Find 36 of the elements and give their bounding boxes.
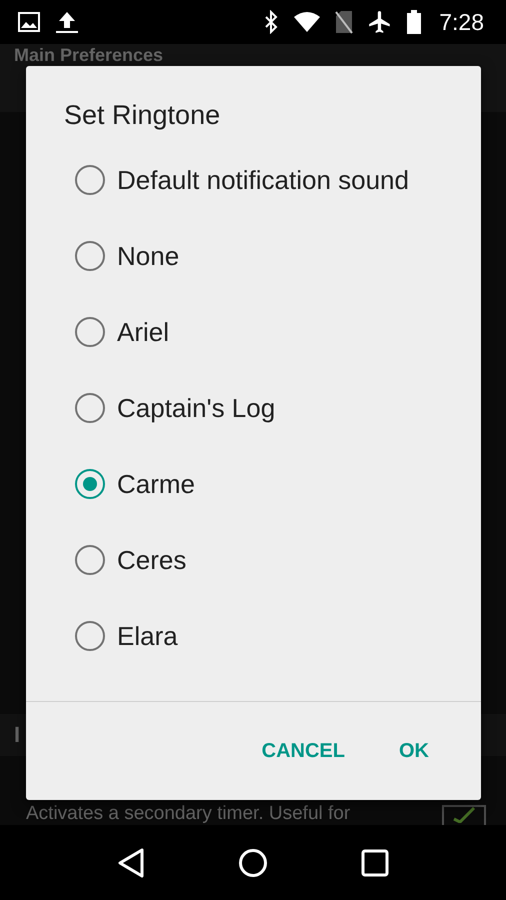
preference-description: Activates a secondary timer. Useful for [26,803,350,825]
ringtone-option[interactable]: Carme [26,446,481,522]
radio-button[interactable] [75,545,105,575]
checkmark-icon [452,807,476,823]
option-label: Captain's Log [117,392,276,424]
clock-time: 7:28 [439,8,484,36]
battery-icon [407,10,422,34]
radio-button[interactable] [75,393,105,423]
header-title: Main Preferences [14,45,164,65]
recents-icon[interactable] [361,848,390,876]
option-label: Ariel [117,316,170,348]
image-icon [18,12,40,32]
upload-icon [54,10,80,34]
radio-button[interactable] [75,165,105,195]
option-label: Ceres [117,544,186,576]
no-sim-icon [335,10,354,34]
home-icon[interactable] [238,848,268,878]
option-label: Carme [117,468,196,500]
bluetooth-icon [263,10,280,34]
back-icon[interactable] [116,848,145,878]
wifi-icon [293,11,322,33]
ringtone-option[interactable]: Ceres [26,522,481,598]
radio-button[interactable] [75,241,105,271]
ringtone-option[interactable]: Ariel [26,294,481,370]
ringtone-option[interactable]: Captain's Log [26,370,481,446]
option-label: Default notification sound [117,164,409,196]
radio-button[interactable] [75,469,105,499]
ringtone-option[interactable]: None [26,218,481,294]
ringtone-option[interactable]: Default notification sound [26,142,481,218]
section-label: I [14,722,20,748]
option-label: None [117,240,180,272]
ringtone-option[interactable]: Elara [26,598,481,674]
option-label: Elara [117,620,178,652]
dialog-title: Set Ringtone [63,99,222,132]
radio-button[interactable] [75,317,105,347]
radio-button[interactable] [75,621,105,651]
